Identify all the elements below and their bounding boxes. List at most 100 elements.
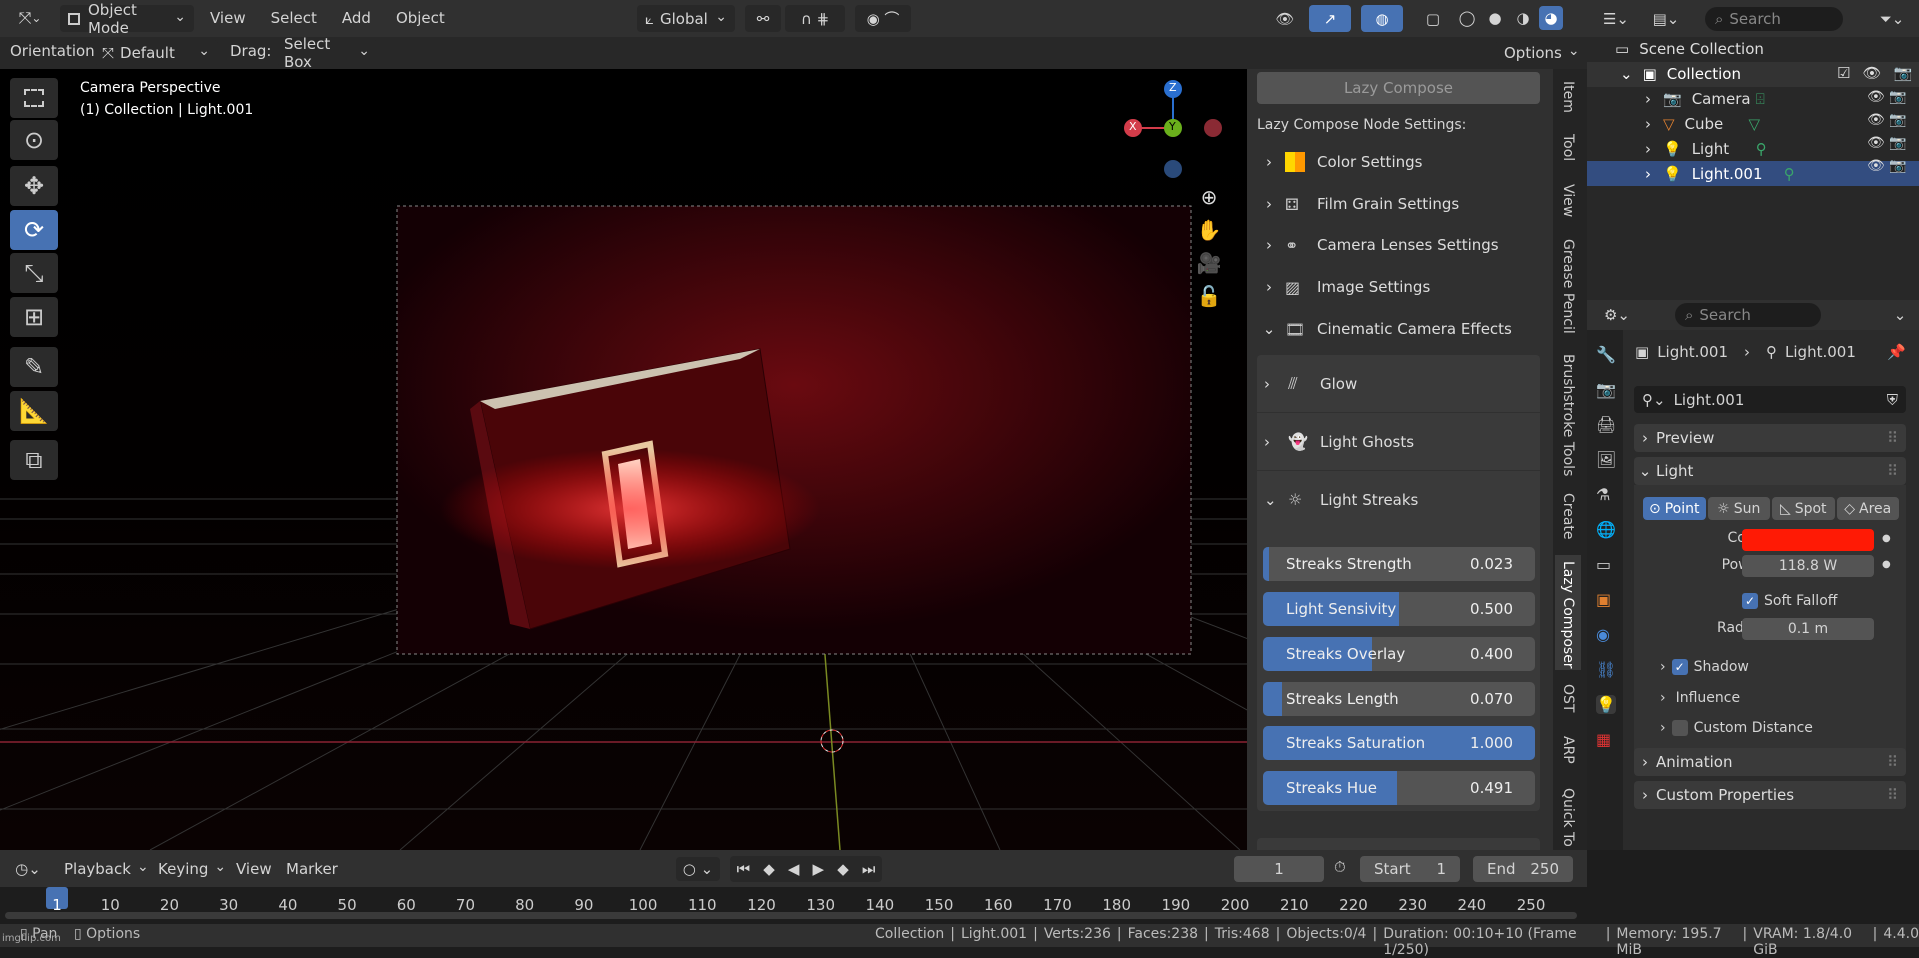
playback-menu[interactable]: Playback [56, 856, 148, 881]
menu-add[interactable]: Add [342, 9, 371, 27]
rotate-tool[interactable]: ⟳ [10, 210, 58, 250]
drag-dropdown[interactable]: Select Box [276, 35, 378, 71]
transform-tool[interactable]: ⊞ [10, 297, 58, 337]
current-frame-field[interactable]: 1 [1234, 856, 1324, 882]
light-color-swatch[interactable] [1742, 529, 1874, 551]
properties-search[interactable]: ⌕ Search [1675, 303, 1821, 327]
select-box-tool[interactable] [10, 78, 58, 118]
drag-handle-icon[interactable]: ⠿ [1887, 429, 1898, 447]
exclude-checkbox-icon[interactable]: ☑ [1837, 64, 1850, 82]
editor-type-button[interactable]: ⤧ ⌄ [6, 4, 54, 32]
tab-grease-pencil[interactable]: Grease Pencil [1555, 233, 1581, 338]
drag-handle-icon[interactable]: ⠿ [1887, 753, 1898, 771]
slider-streaks-saturation[interactable]: Streaks Saturation 1.000 [1263, 726, 1535, 760]
render-camera-icon[interactable]: 📷 [1894, 64, 1913, 82]
filter-button[interactable]: ⏷⌄ [1872, 6, 1912, 32]
keying-menu[interactable]: Keying [150, 856, 224, 881]
zoom-icon[interactable]: ⊕ [1201, 185, 1218, 209]
tab-arp[interactable]: ARP [1555, 730, 1581, 772]
auto-keying-toggle[interactable]: ○ ⌄ [676, 857, 720, 881]
light-data-tab-icon[interactable]: 💡 [1596, 695, 1617, 714]
light-type-sun[interactable]: ☼ Sun [1707, 497, 1770, 520]
prev-keyframe-icon[interactable]: ◆ [763, 860, 775, 878]
custom-distance-subpanel[interactable]: › Custom Distance [1660, 720, 1813, 736]
keyframe-dot-icon[interactable]: ● [1882, 559, 1891, 570]
menu-select[interactable]: Select [271, 9, 317, 27]
visibility-button[interactable]: 👁 [1264, 5, 1306, 32]
slider-streaks-hue[interactable]: Streaks Hue 0.491 [1263, 771, 1535, 805]
keyframe-dot-icon[interactable]: ● [1882, 533, 1891, 544]
play-reverse-icon[interactable]: ◀ [788, 860, 800, 878]
overlays-button[interactable]: ◍ [1361, 5, 1403, 32]
scale-tool[interactable]: ⤡ [10, 253, 58, 293]
section-cinematic-effects[interactable]: ⌄ 🎞 Cinematic Camera Effects [1257, 308, 1540, 350]
eye-icon[interactable]: 👁 📷 [1867, 112, 1907, 128]
gizmo-button[interactable]: ↗ [1309, 5, 1351, 32]
checkbox-unchecked-icon[interactable] [1671, 720, 1688, 736]
hand-pan-icon[interactable]: ✋ [1197, 218, 1222, 242]
slider-streaks-overlay[interactable]: Streaks Overlay 0.400 [1263, 637, 1535, 671]
measure-tool[interactable]: 📐 [10, 391, 58, 431]
section-image-settings[interactable]: › ▨ Image Settings [1257, 266, 1540, 308]
panel-custom-properties[interactable]: › Custom Properties ⠿ [1634, 781, 1906, 809]
section-film-grain[interactable]: › ⚃ Film Grain Settings [1257, 183, 1540, 225]
view-layer-tab-icon[interactable]: 🖼 [1596, 450, 1616, 469]
wireframe-shading-icon[interactable]: ◯ [1455, 6, 1479, 30]
tab-item[interactable]: Item [1555, 75, 1581, 125]
camera-view-icon[interactable]: 🎥 [1197, 251, 1222, 275]
render-tab-icon[interactable]: 📷 [1596, 380, 1616, 399]
scene-collection-row[interactable]: ▭ Scene Collection [1615, 37, 1764, 61]
transform-orientation-dropdown[interactable]: ⟀ Global [637, 5, 735, 32]
start-frame-field[interactable]: Start 1 [1360, 856, 1460, 882]
outliner-item-camera[interactable]: › 📷 Camera ⌹ [1645, 87, 1765, 111]
menu-view[interactable]: View [210, 9, 246, 27]
tab-brushstroke-tools[interactable]: Brushstroke Tools [1555, 348, 1581, 478]
output-tab-icon[interactable]: 🖨 [1596, 415, 1616, 434]
tab-tool[interactable]: Tool [1555, 128, 1581, 173]
collection-tab-icon[interactable]: ▭ [1596, 555, 1616, 574]
cursor-tool[interactable]: ⊙ [10, 120, 58, 160]
eye-icon[interactable]: 👁 📷 [1867, 135, 1907, 151]
timeline-scrollbar[interactable] [5, 912, 1577, 919]
slider-streaks-length[interactable]: Streaks Length 0.070 [1263, 682, 1535, 716]
gizmo-neg-z[interactable] [1164, 160, 1182, 178]
drag-handle-icon[interactable]: ⠿ [1887, 462, 1898, 480]
outliner-item-light001[interactable]: › 💡 Light.001 ⚲ [1645, 162, 1795, 186]
options-dropdown[interactable]: Options [1496, 40, 1580, 65]
outliner-item-cube[interactable]: › ▽ Cube ▽ [1645, 112, 1760, 136]
eye-icon[interactable]: 👁 📷 [1867, 158, 1907, 174]
proportional-edit-button[interactable]: ◉ ⌒ [855, 5, 911, 32]
solid-shading-icon[interactable]: ● [1483, 6, 1507, 30]
texture-tab-icon[interactable]: ▦ [1596, 730, 1616, 749]
slider-light-sensivity[interactable]: Light Sensivity 0.500 [1263, 592, 1535, 626]
material-shading-icon[interactable]: ◑ [1511, 6, 1535, 30]
snap-button[interactable]: ∩ ⋕ [785, 5, 845, 32]
power-field[interactable]: 118.8 W [1742, 555, 1874, 577]
checkbox-checked-icon[interactable]: ✓ [1671, 659, 1688, 675]
mode-dropdown[interactable]: Object Mode [60, 1, 194, 37]
constraints-tab-icon[interactable]: ⛓ [1596, 660, 1616, 679]
play-icon[interactable]: ▶ [813, 860, 825, 878]
pivot-point-button[interactable]: ⚯ [745, 5, 781, 32]
stopwatch-icon[interactable]: ⏱ [1334, 858, 1346, 876]
gizmo-neg-x[interactable] [1204, 119, 1222, 137]
tab-ost[interactable]: OST [1555, 678, 1581, 720]
drag-handle-icon[interactable]: ⠿ [1887, 786, 1898, 804]
timeline-view-menu[interactable]: View [236, 860, 272, 878]
tab-lazy-composer[interactable]: Lazy Composer [1555, 555, 1581, 670]
physics-tab-icon[interactable]: ◉ [1596, 625, 1616, 644]
influence-subpanel[interactable]: › Influence [1660, 690, 1740, 706]
panel-animation[interactable]: › Animation ⠿ [1634, 748, 1906, 776]
jump-end-icon[interactable]: ⏭ [862, 860, 876, 878]
xray-button[interactable]: ▢ [1420, 5, 1446, 32]
outliner-item-light[interactable]: › 💡 Light ⚲ [1645, 137, 1767, 161]
pin-icon[interactable]: 📌 [1887, 343, 1906, 361]
move-tool[interactable]: ✥ [10, 166, 58, 206]
annotate-tool[interactable]: ✎ [10, 347, 58, 387]
collection-row[interactable]: ⌄ ▣ Collection [1620, 62, 1741, 86]
eye-icon[interactable]: 👁 📷 [1867, 89, 1907, 105]
tab-view[interactable]: View [1555, 178, 1581, 223]
tool-tab-icon[interactable]: 🔧 [1596, 345, 1616, 364]
3d-viewport[interactable]: Z X Y Camera Perspective (1) Collection … [0, 69, 1247, 850]
section-color-settings[interactable]: › Color Settings [1257, 141, 1540, 183]
